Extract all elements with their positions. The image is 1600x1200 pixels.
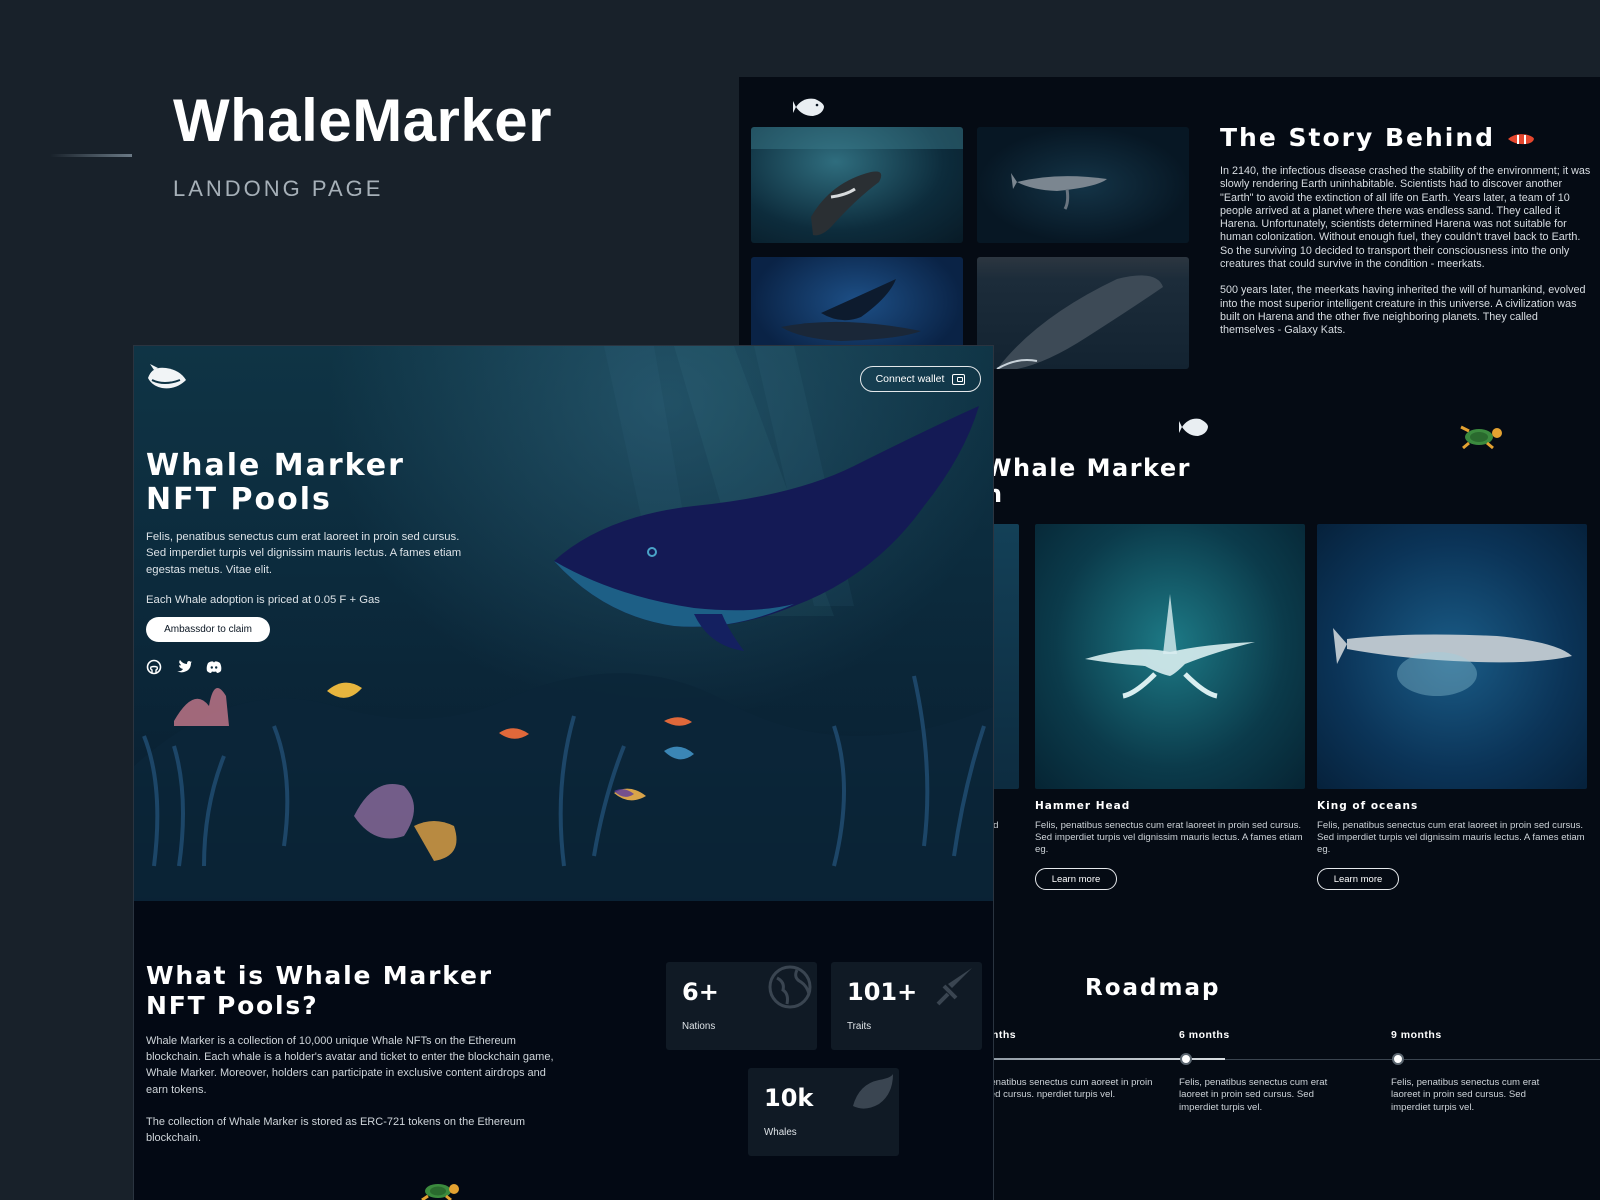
whale-icon — [853, 1074, 893, 1109]
roadmap-milestone-description: Felis, penatibus senectus cum erat laore… — [1179, 1077, 1328, 1113]
stat-label: Traits — [847, 1021, 872, 1032]
about-paragraph: Whale Marker is a collection of 10,000 u… — [146, 1035, 554, 1096]
hero-title: Whale Marker NFT Pools — [146, 449, 405, 517]
stat-card: 10k Whales — [748, 1068, 899, 1156]
connect-wallet-label: Connect wallet — [875, 373, 945, 385]
fish-icon — [1179, 418, 1208, 436]
wallet-icon — [952, 373, 966, 385]
discord-icon[interactable] — [206, 659, 222, 675]
about-text: Whale Marker is a collection of 10,000 u… — [146, 1033, 566, 1146]
whale-logo[interactable] — [146, 364, 188, 392]
claim-button[interactable]: Ambassdor to claim — [146, 617, 270, 642]
roadmap-milestone-label: 9 months — [1391, 1029, 1442, 1041]
learn-more-button[interactable]: Learn more — [1035, 868, 1117, 890]
stat-value: 10k — [764, 1084, 814, 1112]
globe-icon — [768, 965, 812, 1009]
stat-label: Whales — [764, 1127, 797, 1138]
stat-value: 6+ — [682, 978, 719, 1006]
collection-card-description: Felis, penatibus senectus cum erat laore… — [1317, 820, 1585, 856]
decorative-line — [50, 154, 132, 157]
hero-price: Each Whale adoption is priced at 0.05 F … — [146, 594, 380, 606]
collection-title-line: Whale Marker — [985, 454, 1191, 482]
github-icon[interactable] — [146, 659, 162, 675]
landing-page-mockup-front: Connect wallet Whale Marker NFT Pools Fe… — [133, 345, 994, 1200]
showcase-title: WhaleMarker — [173, 87, 552, 154]
hero-title-line: Whale Marker — [146, 448, 405, 483]
sword-icon — [936, 968, 972, 1006]
connect-wallet-button[interactable]: Connect wallet — [860, 366, 981, 392]
stat-card: 101+ Traits — [831, 962, 982, 1050]
hammerhead-card-image — [1035, 524, 1305, 789]
collection-title: Whale Marker n — [985, 455, 1191, 507]
about-title-line: NFT Pools? — [146, 991, 319, 1020]
collection-card-description: Felis, penatibus senectus cum erat laore… — [1035, 820, 1303, 856]
whale-shark-card-image — [1317, 524, 1587, 789]
collection-title-line: n — [985, 480, 1004, 508]
roadmap-title: Roadmap — [1085, 975, 1221, 1001]
hero-title-line: NFT Pools — [146, 482, 332, 517]
learn-more-button[interactable]: Learn more — [1317, 868, 1399, 890]
roadmap-milestone-label: 6 months — [1179, 1029, 1230, 1041]
collection-card-title: King of oceans — [1317, 800, 1419, 812]
story-title: The Story Behind — [1220, 123, 1536, 152]
breaching-whale-photo — [977, 257, 1189, 369]
about-paragraph: The collection of Whale Marker is stored… — [146, 1115, 526, 1145]
story-paragraph: 500 years later, the meerkats having inh… — [1220, 284, 1586, 337]
story-paragraph: In 2140, the infectious disease crashed … — [1220, 165, 1591, 271]
fish-icon — [793, 98, 824, 116]
roadmap-marker[interactable] — [1392, 1053, 1404, 1065]
hero-description: Felis, penatibus senectus cum erat laore… — [146, 531, 462, 576]
twitter-icon[interactable] — [176, 659, 192, 675]
stat-label: Nations — [682, 1021, 716, 1032]
showcase-subtitle: LANDONG PAGE — [173, 176, 384, 201]
social-links — [146, 659, 222, 675]
clownfish-icon — [1507, 134, 1534, 145]
roadmap-milestone-description: penatibus senectus cum aoreet in proin s… — [985, 1077, 1153, 1101]
whale-photo — [751, 127, 963, 243]
roadmap-milestone-description: Felis, penatibus senectus cum erat laore… — [1391, 1077, 1540, 1113]
story-text: In 2140, the infectious disease crashed … — [1220, 165, 1592, 338]
turtle-icon — [1460, 425, 1502, 449]
stat-card: 6+ Nations — [666, 962, 817, 1050]
collection-card-title: Hammer Head — [1035, 800, 1131, 812]
about-title: What is Whale Marker NFT Pools? — [146, 961, 493, 1021]
stat-value: 101+ — [847, 978, 918, 1006]
turtle-icon — [421, 1184, 459, 1200]
roadmap-marker[interactable] — [1180, 1053, 1192, 1065]
shark-photo — [977, 127, 1189, 243]
about-title-line: What is Whale Marker — [146, 961, 493, 990]
